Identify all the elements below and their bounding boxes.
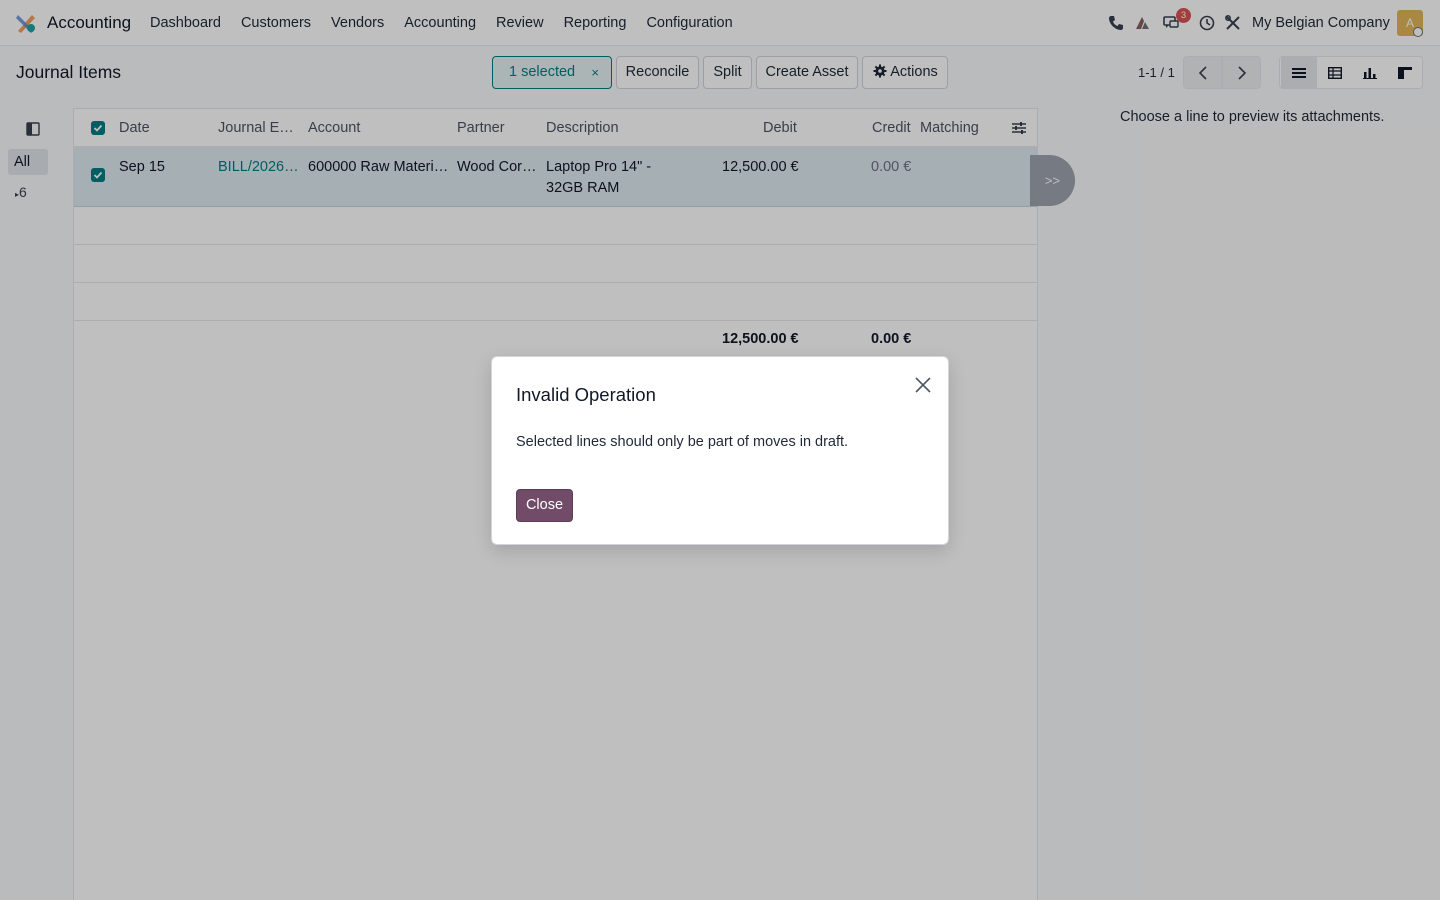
dialog-message: Selected lines should only be part of mo… [516, 434, 849, 450]
close-icon[interactable] [913, 375, 933, 395]
close-button[interactable]: Close [516, 489, 573, 522]
error-dialog: Invalid Operation Selected lines should … [491, 356, 949, 545]
dialog-title: Invalid Operation [516, 384, 656, 405]
